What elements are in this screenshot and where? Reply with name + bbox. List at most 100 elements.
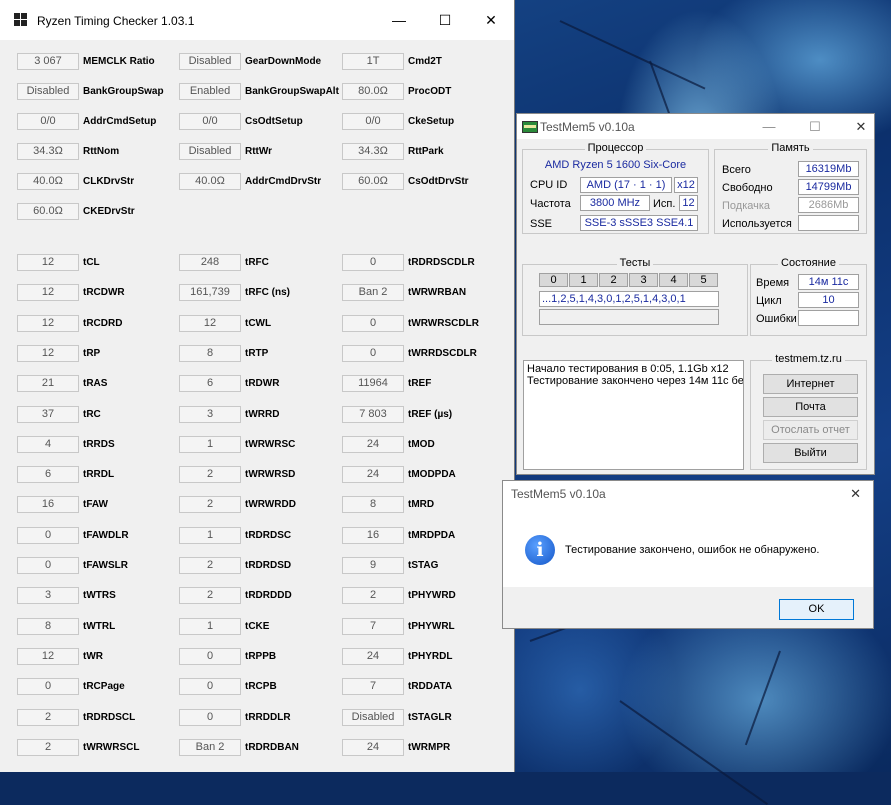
timing-value: 12 (17, 345, 79, 362)
send-report-button: Отослать отчет (763, 420, 858, 440)
timing-label: CKEDrvStr (83, 206, 135, 217)
timing-value: 80.0Ω (342, 83, 404, 100)
timing-value: 0 (179, 678, 241, 695)
timing-label: tRDRDSD (245, 560, 292, 571)
timing-value: 2 (17, 739, 79, 756)
timing-value: 12 (17, 648, 79, 665)
close-button[interactable]: ✕ (468, 0, 514, 40)
testmem-window: TestMem5 v0.10a — ☐ ✕ Процессор AMD Ryze… (516, 113, 875, 475)
maximize-button[interactable]: ☐ (422, 0, 468, 40)
timing-label: tRRDS (83, 439, 115, 450)
state-cycle-label: Цикл (756, 295, 782, 307)
timing-value: 0 (179, 648, 241, 665)
timing-label: tWTRL (83, 621, 116, 632)
timing-value: 2 (342, 587, 404, 604)
timing-value: 7 803 (342, 406, 404, 423)
timing-value: 0 (17, 557, 79, 574)
timing-label: tMODPDA (408, 469, 456, 480)
timing-value: 37 (17, 406, 79, 423)
timing-value: 40.0Ω (17, 173, 79, 190)
timing-label: tWRRDSCDLR (408, 348, 477, 359)
internet-button[interactable]: Интернет (763, 374, 858, 394)
ice-crack (619, 700, 769, 805)
mail-button[interactable]: Почта (763, 397, 858, 417)
test-tab-2[interactable]: 2 (599, 273, 628, 287)
state-errors-field (798, 310, 859, 326)
timing-label: tPHYRDL (408, 651, 453, 662)
ice-crack (744, 650, 781, 746)
dialog-close-button[interactable]: ✕ (850, 486, 861, 502)
timing-label: tWR (83, 651, 103, 662)
timing-label: GearDownMode (245, 56, 322, 67)
timing-label: tRFC (ns) (245, 287, 290, 298)
minimize-button[interactable]: — (376, 0, 422, 40)
cpu-used-label: Исп. (653, 198, 676, 210)
mem-free-field: 14799Mb (798, 179, 859, 195)
timing-label: tRP (83, 348, 101, 359)
timing-value: 16 (342, 527, 404, 544)
mem-used-field (798, 215, 859, 231)
state-time-field: 14м 11с (798, 274, 859, 290)
close-button[interactable]: ✕ (847, 117, 875, 137)
timing-label: tRDRDSCL (83, 712, 136, 723)
result-dialog: TestMem5 v0.10a ✕ i Тестирование законче… (502, 480, 874, 629)
timing-value: 6 (17, 466, 79, 483)
tests-progress-bar (539, 309, 719, 325)
minimize-button[interactable]: — (755, 117, 783, 137)
timing-label: tREF (408, 378, 432, 389)
rtc-window: Ryzen Timing Checker 1.03.1 — ☐ ✕ 3 067 M… (0, 0, 515, 772)
test-tab-1[interactable]: 1 (569, 273, 598, 287)
timing-value: Disabled (17, 83, 79, 100)
timing-label: tRCPage (83, 681, 125, 692)
site-group-title: testmem.tz.ru (772, 353, 845, 365)
cpu-name: AMD Ryzen 5 1600 Six-Core (544, 159, 687, 171)
test-log[interactable]: Начало тестирования в 0:05, 1.1Gb x12 Те… (523, 360, 744, 470)
tests-sequence-field: ...1,2,5,1,4,3,0,1,2,5,1,4,3,0,1 (539, 291, 719, 307)
timing-label: RttWr (245, 146, 273, 157)
timing-label: MEMCLK Ratio (83, 56, 155, 67)
timing-value: Disabled (179, 53, 241, 70)
test-tab-3[interactable]: 3 (629, 273, 658, 287)
state-group-title: Состояние (778, 257, 839, 269)
timing-value: 0 (17, 527, 79, 544)
timing-label: tRDRDSC (245, 530, 292, 541)
cpu-group: Процессор AMD Ryzen 5 1600 Six-Core CPU … (522, 142, 709, 234)
timing-value: 0 (342, 254, 404, 271)
timing-value: 0 (179, 709, 241, 726)
timing-value: 16 (17, 496, 79, 513)
timing-label: tWTRS (83, 590, 116, 601)
rtc-app-icon (14, 13, 27, 26)
rtc-title-bar[interactable]: Ryzen Timing Checker 1.03.1 — ☐ ✕ (0, 0, 514, 40)
timing-value: 2 (179, 466, 241, 483)
timing-label: tRDRDBAN (245, 742, 299, 753)
timing-label: tWRWRBAN (408, 287, 467, 298)
timing-value: 0 (342, 345, 404, 362)
cpu-id-field: AMD (17 · 1 · 1) (580, 177, 672, 193)
timing-value: 12 (179, 315, 241, 332)
timing-value: 24 (342, 466, 404, 483)
maximize-button[interactable]: ☐ (801, 117, 829, 137)
timing-value: Disabled (342, 709, 404, 726)
timing-label: tCWL (245, 318, 272, 329)
timing-value: 0/0 (179, 113, 241, 130)
timing-value: 7 (342, 618, 404, 635)
timing-value: 8 (179, 345, 241, 362)
test-tab-5[interactable]: 5 (689, 273, 718, 287)
memory-group-title: Память (768, 142, 813, 154)
testmem-title-bar[interactable]: TestMem5 v0.10a — ☐ ✕ (517, 114, 874, 139)
timing-value: 0 (17, 678, 79, 695)
exit-button[interactable]: Выйти (763, 443, 858, 463)
timing-value: 6 (179, 375, 241, 392)
test-tab-4[interactable]: 4 (659, 273, 688, 287)
test-tab-0[interactable]: 0 (539, 273, 568, 287)
ok-button[interactable]: OK (779, 599, 854, 620)
timing-value: 1 (179, 527, 241, 544)
timing-value: 248 (179, 254, 241, 271)
timing-label: tRPPB (245, 651, 277, 662)
timing-label: tREF (µs) (408, 409, 453, 420)
timing-value: 8 (17, 618, 79, 635)
timing-label: tRC (83, 409, 101, 420)
timing-label: tFAW (83, 499, 108, 510)
timing-label: CLKDrvStr (83, 176, 135, 187)
timing-value: 40.0Ω (179, 173, 241, 190)
